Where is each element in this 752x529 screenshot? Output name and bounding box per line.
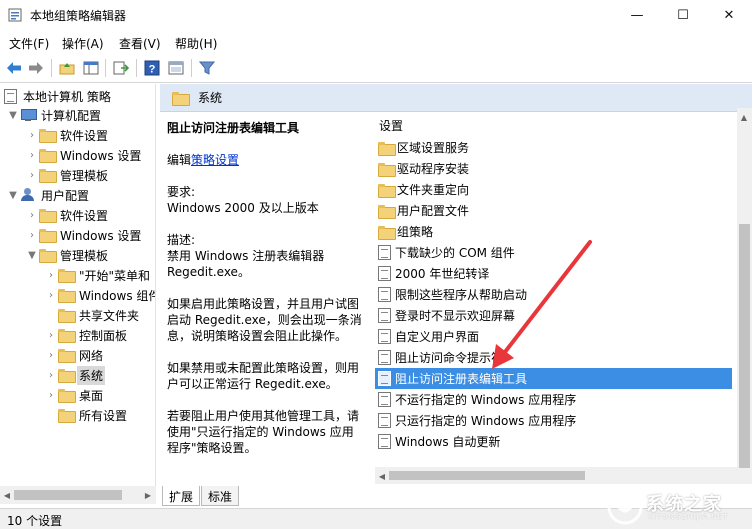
status-text: 10 个设置	[7, 514, 63, 528]
site-watermark: 系统之家 XITONGZHIJIA.NET	[604, 484, 752, 529]
watermark-logo-icon	[607, 489, 643, 525]
annotation-arrow	[492, 240, 592, 369]
watermark-subtext: XITONGZHIJIA.NET	[648, 513, 729, 521]
